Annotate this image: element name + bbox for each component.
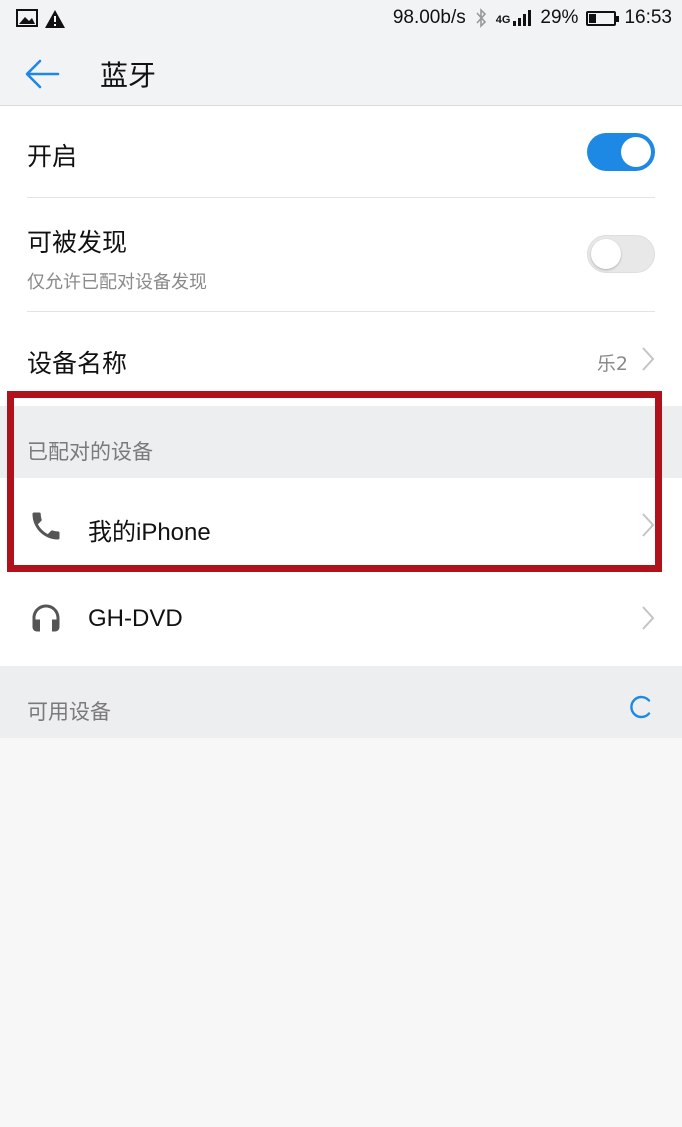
bluetooth-icon — [476, 8, 486, 28]
signal-icon — [513, 10, 532, 26]
discoverable-row[interactable]: 可被发现 仅允许已配对设备发现 — [0, 198, 682, 312]
toggle-knob — [591, 239, 621, 269]
bluetooth-enable-toggle[interactable] — [587, 133, 655, 171]
bluetooth-enable-label: 开启 — [27, 142, 78, 171]
discoverable-sublabel: 仅允许已配对设备发现 — [27, 272, 207, 293]
available-devices-title: 可用设备 — [27, 700, 111, 724]
battery-fill — [589, 13, 597, 23]
discoverable-toggle[interactable] — [587, 235, 655, 273]
paired-device-name: 我的iPhone — [88, 519, 211, 546]
device-name-value: 乐2 — [596, 353, 628, 375]
device-name-row[interactable]: 设备名称 乐2 — [0, 312, 682, 406]
back-arrow-icon[interactable] — [22, 54, 62, 94]
image-icon — [16, 9, 38, 27]
paired-device-row-iphone[interactable]: 我的iPhone — [0, 478, 682, 572]
chevron-right-icon — [642, 347, 655, 371]
clock: 16:53 — [624, 7, 672, 28]
paired-device-name: GH-DVD — [88, 605, 183, 632]
chevron-right-icon — [642, 606, 655, 630]
chevron-right-icon — [642, 513, 655, 537]
warning-icon — [45, 10, 65, 28]
paired-device-row-gh-dvd[interactable]: GH-DVD — [0, 572, 682, 666]
paired-devices-title: 已配对的设备 — [27, 440, 153, 464]
status-bar: 98.00b/s 4G 29% 16:53 — [0, 0, 682, 40]
network-speed: 98.00b/s — [392, 7, 466, 28]
phone-icon — [32, 512, 60, 540]
device-name-label: 设备名称 — [27, 349, 128, 378]
status-left-icons — [16, 9, 66, 29]
page-title: 蓝牙 — [100, 59, 157, 92]
available-devices-header: 可用设备 — [0, 666, 682, 738]
loading-spinner-icon — [630, 695, 651, 719]
title-bar: 蓝牙 — [0, 40, 682, 106]
paired-devices-header: 已配对的设备 — [0, 406, 682, 478]
headphones-icon — [32, 604, 60, 632]
network-type: 4G — [495, 14, 511, 26]
toggle-knob — [621, 137, 651, 167]
discoverable-label: 可被发现 — [27, 228, 128, 257]
bluetooth-enable-row[interactable]: 开启 — [0, 106, 682, 198]
battery-icon — [586, 10, 620, 26]
battery-percent: 29% — [540, 7, 579, 28]
status-right: 98.00b/s 4G 29% 16:53 — [393, 7, 672, 29]
